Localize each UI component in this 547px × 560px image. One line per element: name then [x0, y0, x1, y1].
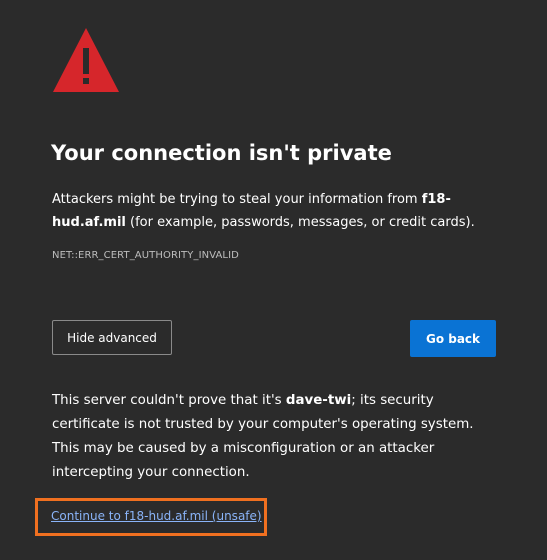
advanced-details: This server couldn't prove that it's dav… — [52, 389, 502, 485]
interstitial-page: Your connection isn't private Attackers … — [0, 0, 547, 560]
description-text-end: (for example, passwords, messages, or cr… — [125, 215, 475, 230]
certificate-name: dave-twi — [285, 393, 352, 408]
go-back-button[interactable]: Go back — [410, 320, 496, 357]
proceed-unsafe-link[interactable]: Continue to f18-hud.af.mil (unsafe) — [51, 509, 262, 523]
warning-description: Attackers might be trying to steal your … — [52, 188, 522, 234]
page-title: Your connection isn't private — [51, 141, 392, 165]
details-text: This server couldn't prove that it's — [52, 393, 286, 408]
warning-icon — [53, 28, 119, 92]
description-text: Attackers might be trying to steal your … — [52, 192, 422, 207]
error-code: NET::ERR_CERT_AUTHORITY_INVALID — [52, 250, 239, 261]
hide-advanced-button[interactable]: Hide advanced — [52, 320, 172, 355]
